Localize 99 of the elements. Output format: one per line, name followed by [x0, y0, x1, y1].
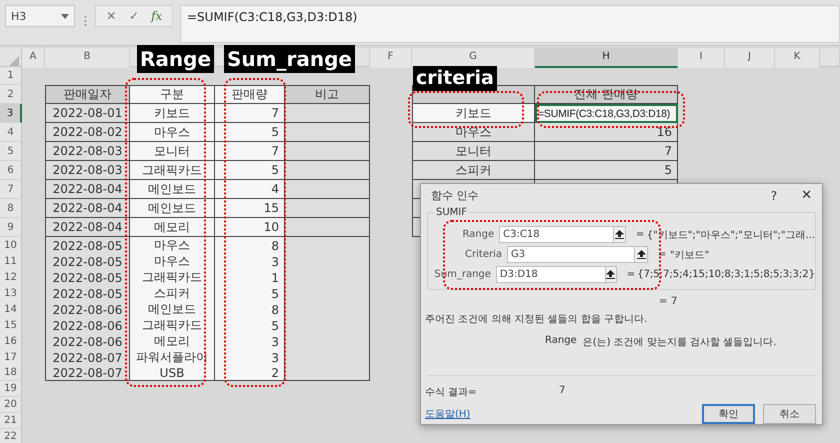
help-link[interactable]: 도움말(H)	[425, 407, 470, 421]
table-cell: 그래픽카드	[130, 161, 215, 180]
cancel-button[interactable]: 취소	[763, 404, 816, 424]
row-header[interactable]: 18	[0, 365, 22, 381]
table-cell: 2022-08-04	[45, 199, 130, 218]
table-cell: 모니터	[130, 142, 215, 161]
column-header[interactable]: I	[678, 48, 725, 68]
table-cell: 7	[215, 142, 285, 161]
column-header[interactable]: H	[535, 48, 678, 68]
argument-field[interactable]: D3:D18	[496, 266, 606, 284]
collapse-button[interactable]	[634, 246, 648, 264]
column-header[interactable]: A	[22, 48, 45, 68]
table-cell: 마우스	[130, 123, 215, 142]
table-cell: 2022-08-04	[45, 218, 130, 237]
table-cell: 메인보드	[130, 180, 215, 199]
argument-result: "키보드"	[670, 248, 710, 262]
column-header[interactable]: B	[45, 48, 130, 68]
dialog-title: 함수 인수	[431, 188, 478, 204]
row-header[interactable]: 4	[0, 123, 22, 142]
formula-result-label: 수식 결과=	[425, 386, 478, 399]
table-cell: 5	[215, 123, 285, 142]
table-cell: 10	[215, 218, 285, 237]
table-cell: 비고	[285, 85, 370, 104]
table-cell: 2022-08-03	[45, 161, 130, 180]
arrow-up-icon	[636, 250, 646, 260]
table-cell: 메인보드	[130, 199, 215, 218]
function-description: 주어진 조건에 의해 지정된 셀들의 합을 구합니다.	[425, 313, 648, 326]
collapse-button[interactable]	[613, 226, 626, 244]
table-cell: 5	[215, 161, 285, 180]
column-header[interactable]: K	[775, 48, 820, 68]
equals-sign: =	[636, 229, 645, 240]
ok-button[interactable]: 확인	[702, 404, 755, 424]
row-header[interactable]: 9	[0, 218, 22, 237]
table-cell: 2022-08-02	[45, 123, 130, 142]
column-header[interactable]: J	[725, 48, 775, 68]
table-cell: 2022-08-03	[45, 142, 130, 161]
column-header[interactable]: F	[370, 48, 412, 68]
row-header[interactable]: 2	[0, 85, 22, 104]
argument-name: Range	[545, 335, 577, 348]
corner-triangle-icon	[9, 56, 19, 66]
annotation-label: Range	[137, 45, 214, 73]
table-cell: 15	[215, 199, 285, 218]
dropdown-icon	[61, 14, 69, 18]
row-header[interactable]: 7	[0, 180, 22, 199]
table-cell: 키보드	[130, 104, 215, 123]
function-name: SUMIF	[434, 207, 469, 218]
row-header[interactable]: 20	[0, 397, 22, 413]
row-header[interactable]: 1	[0, 67, 22, 85]
argument-result: {7;5;7;5;4;15;10;8;3;1;5;8;5;3;3;2}	[637, 269, 815, 280]
table-cell: 메모리	[130, 218, 215, 237]
row-header[interactable]: 6	[0, 161, 22, 180]
annotation-label: Sum_range	[224, 45, 355, 73]
arrow-up-icon	[606, 270, 616, 280]
grip-icon	[84, 15, 87, 27]
close-button[interactable]: ✕	[801, 188, 812, 204]
table-cell: 구분	[130, 85, 215, 104]
table-cell: 2022-08-07	[45, 365, 130, 381]
enter-button[interactable]: ✓	[126, 9, 142, 23]
formula-field[interactable]: =SUMIF(C3:C18,G3,D3:D18)	[180, 5, 840, 43]
table-cell: 7	[215, 104, 285, 123]
argument-result: {"키보드";"마우스";"모니터";"그래...	[646, 228, 815, 242]
table-cell: 키보드	[412, 104, 535, 123]
row-header[interactable]: 3	[0, 104, 22, 123]
equals-sign: =	[659, 296, 668, 307]
table-cell: 스피커	[412, 161, 535, 180]
argument-field[interactable]: G3	[507, 246, 635, 264]
formula-result-value: 7	[559, 385, 566, 398]
table-cell: 4	[215, 180, 285, 199]
table-cell: 판매량	[215, 85, 285, 104]
table-cell: 모니터	[412, 142, 535, 161]
table-cell: 마우스	[412, 123, 535, 142]
table-cell: 2022-08-01	[45, 104, 130, 123]
row-header[interactable]: 21	[0, 413, 22, 429]
table-cell: =SUMIF(C3:C18,G3,D3:D18)	[535, 104, 678, 123]
argument-label: Criteria	[464, 249, 502, 260]
insert-function-button[interactable]: fx	[149, 9, 164, 23]
annotation-label: criteria	[413, 66, 497, 91]
row-header[interactable]: 5	[0, 142, 22, 161]
row-header[interactable]: 19	[0, 381, 22, 397]
row-header[interactable]: 22	[0, 429, 22, 443]
arrow-up-icon	[614, 230, 624, 240]
table-cell: 판매일자	[45, 85, 130, 104]
argument-label: Range	[461, 229, 494, 240]
argument-field[interactable]: C3:C18	[499, 226, 614, 244]
argument-label: Sum_range	[433, 269, 491, 280]
table-cell: 2	[215, 365, 285, 381]
column-header[interactable]: G	[412, 48, 535, 68]
row-header[interactable]: 8	[0, 199, 22, 218]
equals-sign: =	[626, 269, 636, 280]
collapse-button[interactable]	[604, 266, 617, 284]
function-result: 7	[671, 296, 678, 307]
name-box[interactable]: H3	[5, 5, 75, 27]
table-cell: 2022-08-04	[45, 180, 130, 199]
table-cell: USB	[130, 365, 215, 381]
table-cell: 5	[535, 161, 678, 180]
help-button[interactable]: ?	[770, 188, 778, 203]
cancel-button[interactable]: ✕	[104, 9, 119, 23]
argument-description: 은(는) 조건에 맞는지를 검사할 셀들입니다.	[582, 336, 776, 349]
table-cell: 7	[535, 142, 678, 161]
